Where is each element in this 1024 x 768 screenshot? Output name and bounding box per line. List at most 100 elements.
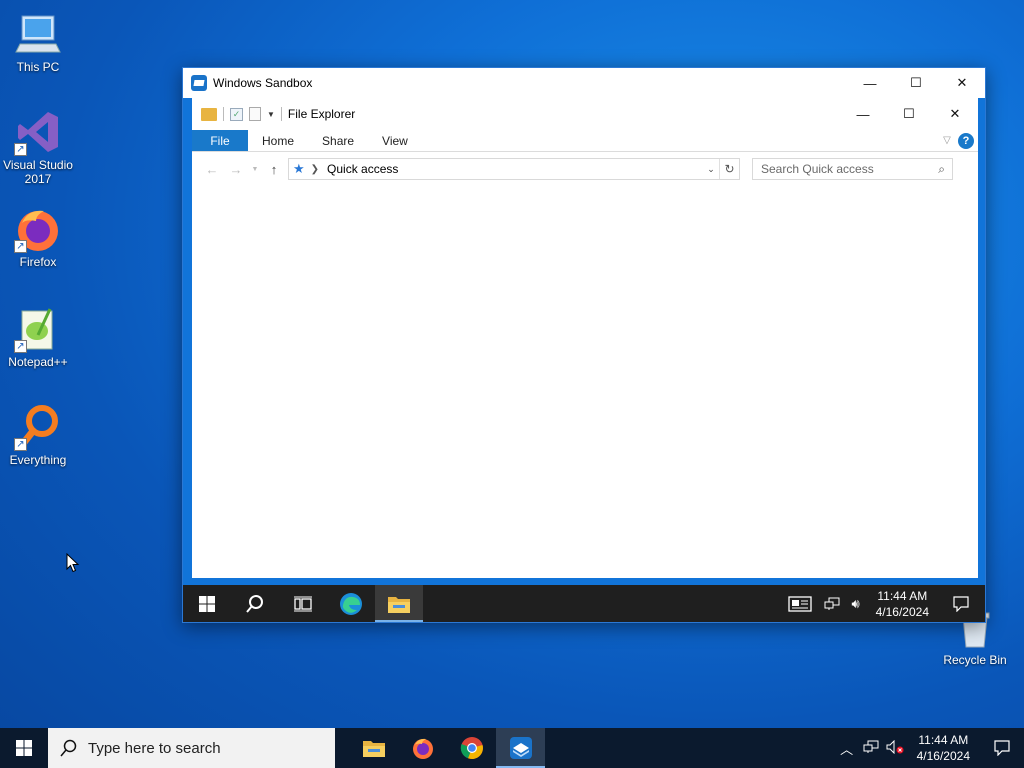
task-view-button[interactable]	[279, 585, 327, 622]
host-clock[interactable]: 11:44 AM 4/16/2024	[907, 732, 980, 764]
guest-taskbar: 🔊︎ 11:44 AM 4/16/2024	[183, 585, 985, 622]
taskbar-firefox[interactable]	[398, 728, 447, 768]
search-icon	[60, 739, 77, 757]
navigation-bar: ← → ▼ ↑ ★ ❯ Quick access ⌄ ↻ ⌕	[192, 152, 978, 186]
start-button[interactable]	[0, 728, 48, 768]
folder-icon	[201, 107, 217, 121]
desktop-icon-label: Firefox	[19, 255, 57, 269]
desktop-icon-label: Everything	[9, 453, 67, 467]
volume-icon[interactable]: 🔊︎	[844, 585, 868, 622]
taskbar-chrome[interactable]	[447, 728, 496, 768]
up-arrow-icon[interactable]: ↑	[262, 162, 286, 177]
explorer-maximize-button[interactable]: ☐	[886, 98, 932, 130]
explorer-content-pane[interactable]	[192, 186, 978, 578]
windows-logo-icon	[16, 740, 32, 756]
everything-search-icon: ↗	[14, 403, 62, 451]
tab-share[interactable]: Share	[308, 130, 368, 151]
properties-icon[interactable]: ✓	[230, 107, 243, 121]
desktop-icon-label: Recycle Bin	[943, 653, 1007, 667]
shortcut-arrow-icon: ↗	[14, 340, 27, 353]
visual-studio-icon: ↗	[14, 108, 62, 156]
new-folder-icon[interactable]	[249, 107, 261, 121]
edge-icon	[340, 592, 362, 615]
guest-date: 4/16/2024	[875, 604, 929, 619]
folder-icon	[388, 596, 410, 613]
desktop-icon-label: This PC	[16, 60, 60, 74]
desktop-icon-visual-studio[interactable]: ↗ Visual Studio 2017	[0, 108, 76, 186]
host-time: 11:44 AM	[918, 733, 969, 747]
search-input[interactable]	[761, 162, 931, 176]
tab-file[interactable]: File	[192, 130, 248, 151]
taskbar-search-placeholder: Type here to search	[88, 739, 221, 757]
sandbox-guest-desktop[interactable]: ✓ ▼ File Explorer — ☐ ✕ File Home Share …	[183, 98, 985, 622]
toolbar-separator	[280, 107, 282, 121]
guest-edge-button[interactable]	[327, 585, 375, 622]
network-icon[interactable]	[820, 585, 844, 622]
computer-icon	[14, 10, 62, 58]
news-widget-icon[interactable]	[780, 585, 820, 622]
address-dropdown-chevron-icon[interactable]: ⌄	[703, 164, 719, 175]
explorer-title: File Explorer	[287, 107, 356, 121]
firefox-icon: ↗	[14, 205, 62, 253]
host-date: 4/16/2024	[916, 749, 970, 763]
windows-sandbox-window[interactable]: Windows Sandbox — ☐ ✕ ✓ ▼ File Explorer …	[182, 67, 986, 623]
shortcut-arrow-icon: ↗	[14, 240, 27, 253]
desktop-icon-firefox[interactable]: ↗ Firefox	[0, 205, 76, 269]
shortcut-arrow-icon: ↗	[14, 438, 27, 451]
shortcut-arrow-icon: ↗	[14, 143, 27, 156]
show-hidden-icons-chevron-icon[interactable]: ︿	[835, 739, 859, 758]
sandbox-titlebar[interactable]: Windows Sandbox — ☐ ✕	[183, 68, 985, 98]
ribbon-tabs: File Home Share View ▽ ?	[192, 130, 978, 152]
notification-icon[interactable]	[980, 740, 1024, 756]
quick-access-star-icon: ★	[293, 161, 305, 176]
mouse-cursor-icon	[66, 553, 80, 573]
help-icon[interactable]: ?	[958, 133, 974, 149]
sandbox-maximize-button[interactable]: ☐	[893, 68, 939, 98]
network-icon[interactable]	[859, 740, 883, 757]
desktop-icon-everything[interactable]: ↗ Everything	[0, 403, 76, 467]
search-box[interactable]: ⌕	[752, 158, 953, 180]
guest-clock[interactable]: 11:44 AM 4/16/2024	[868, 588, 937, 620]
firefox-icon	[412, 738, 433, 759]
explorer-titlebar[interactable]: ✓ ▼ File Explorer — ☐ ✕	[192, 98, 978, 130]
customize-toolbar-chevron-icon[interactable]: ▼	[267, 110, 275, 119]
desktop-icon-this-pc[interactable]: This PC	[0, 10, 76, 74]
explorer-minimize-button[interactable]: —	[840, 98, 886, 130]
breadcrumb-quick-access[interactable]: Quick access	[327, 162, 703, 176]
explorer-close-button[interactable]: ✕	[932, 98, 978, 130]
expand-ribbon-chevron-icon[interactable]: ▽	[936, 130, 958, 151]
forward-arrow-icon[interactable]: →	[224, 162, 248, 177]
guest-file-explorer-button[interactable]	[375, 585, 423, 622]
refresh-icon[interactable]: ↻	[719, 159, 739, 179]
desktop-icon-label: Visual Studio 2017	[3, 158, 73, 186]
guest-time: 11:44 AM	[877, 588, 928, 603]
volume-muted-icon[interactable]	[883, 739, 907, 757]
host-taskbar: Type here to search ︿ 11:44 AM 4/16/2024	[0, 728, 1024, 768]
guest-start-button[interactable]	[183, 585, 231, 622]
desktop-icon-notepad-plus-plus[interactable]: ↗ Notepad++	[0, 305, 76, 369]
notepad-plus-plus-icon: ↗	[14, 305, 62, 353]
chrome-icon	[460, 737, 483, 760]
back-arrow-icon[interactable]: ←	[200, 162, 224, 177]
sandbox-app-icon	[509, 737, 532, 759]
notification-icon[interactable]	[937, 585, 985, 622]
windows-logo-icon	[199, 595, 215, 612]
address-bar[interactable]: ★ ❯ Quick access ⌄ ↻	[288, 158, 740, 180]
breadcrumb-chevron-icon[interactable]: ❯	[311, 164, 319, 175]
desktop-icon-label: Notepad++	[8, 355, 68, 369]
taskbar-file-explorer[interactable]	[349, 728, 398, 768]
tab-view[interactable]: View	[368, 130, 422, 151]
recent-locations-chevron-icon[interactable]: ▼	[248, 166, 262, 173]
search-icon	[246, 594, 263, 613]
tab-home[interactable]: Home	[248, 130, 308, 151]
taskbar-search-box[interactable]: Type here to search	[48, 728, 335, 768]
toolbar-separator	[223, 107, 224, 121]
file-explorer-window[interactable]: ✓ ▼ File Explorer — ☐ ✕ File Home Share …	[192, 98, 978, 578]
taskbar-windows-sandbox[interactable]	[496, 728, 545, 768]
quick-access-toolbar: ✓ ▼	[192, 107, 282, 121]
task-view-icon	[294, 596, 312, 611]
sandbox-close-button[interactable]: ✕	[939, 68, 985, 98]
sandbox-app-icon	[191, 75, 207, 91]
sandbox-minimize-button[interactable]: —	[847, 68, 893, 98]
guest-search-button[interactable]	[231, 585, 279, 622]
